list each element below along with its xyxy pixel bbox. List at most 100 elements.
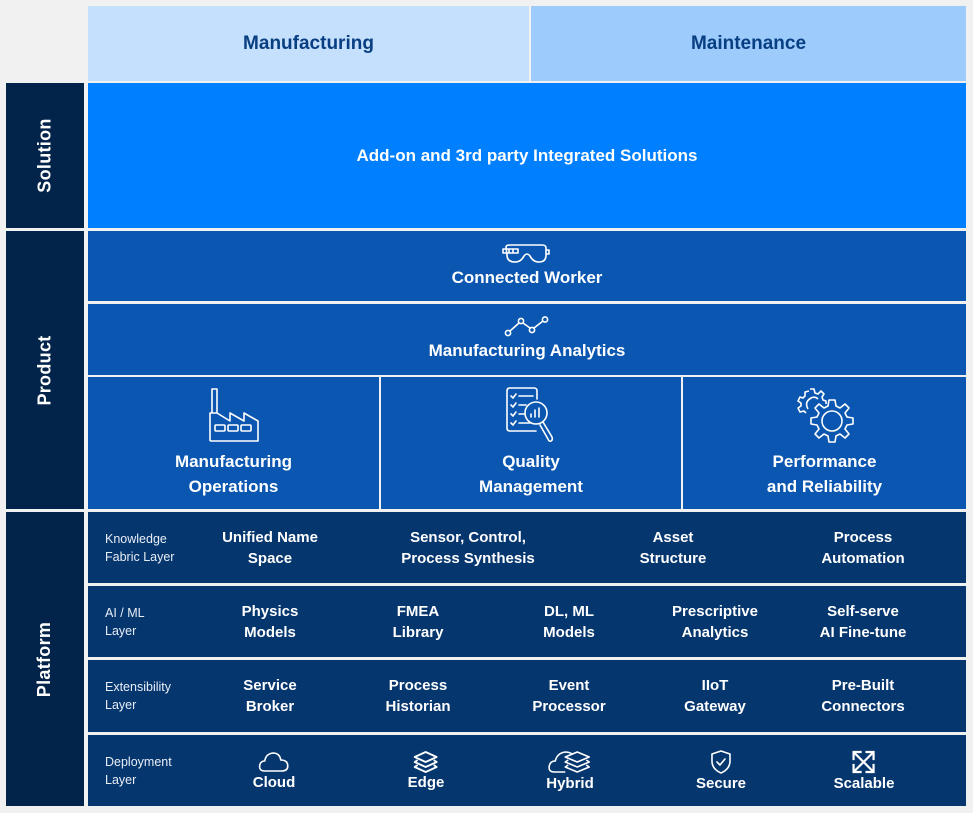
layer-item: Service Broker bbox=[243, 675, 296, 717]
layer-item: Sensor, Control, Process Synthesis bbox=[401, 527, 534, 569]
cloud-icon bbox=[258, 751, 290, 774]
layer-label-line2: Layer bbox=[105, 772, 137, 787]
deployment-secure: Secure bbox=[695, 749, 747, 792]
layer-item: Unified Name Space bbox=[222, 527, 318, 569]
deployment-edge: Edge bbox=[407, 750, 445, 791]
quality-checklist-icon bbox=[504, 387, 558, 443]
layer-item-line: Process bbox=[833, 528, 893, 546]
layer-item-line: Models bbox=[543, 623, 595, 641]
layer-item: DL, ML Models bbox=[543, 601, 595, 643]
header-maintenance-label: Maintenance bbox=[690, 32, 807, 54]
layer-item: Asset Structure bbox=[640, 527, 707, 569]
layer-item-line: Sensor, Control, bbox=[410, 528, 526, 546]
deployment-hybrid: Hybrid bbox=[546, 750, 594, 792]
gears-icon bbox=[796, 387, 854, 443]
layer-ai-ml: AI / ML Layer Physics Models FMEA Library … bbox=[88, 586, 966, 657]
deployment-label: Cloud bbox=[252, 773, 296, 791]
solution-block: Add-on and 3rd party Integrated Solution… bbox=[88, 83, 966, 228]
platform-label-text: Platform bbox=[34, 621, 55, 697]
solution-label-text: Solution bbox=[34, 118, 55, 193]
layer-item: Physics Models bbox=[242, 601, 299, 643]
layer-item-line: IIoT bbox=[701, 677, 729, 694]
layer-deployment: Deployment Layer Cloud Edge Hybrid Secur… bbox=[88, 735, 966, 806]
layer-item-line: Service bbox=[243, 677, 297, 694]
deployment-label: Edge bbox=[407, 773, 445, 791]
module-label-line2: and Reliability bbox=[766, 477, 883, 496]
layer-item-line: Process bbox=[388, 677, 448, 694]
layer-item: IIoT Gateway bbox=[684, 675, 746, 717]
module-label-line1: Manufacturing bbox=[174, 452, 293, 471]
layer-label: Extensibility Layer bbox=[105, 678, 171, 714]
layer-item: Process Automation bbox=[821, 527, 904, 569]
module-performance-reliability: Performance and Reliability bbox=[683, 377, 966, 509]
layer-item-line: Pre-Built bbox=[831, 677, 895, 694]
layer-item-line: Physics bbox=[241, 602, 299, 620]
goggles-icon bbox=[501, 243, 553, 265]
layer-item-line: Connectors bbox=[821, 698, 905, 715]
layer-item-line: Library bbox=[392, 623, 444, 641]
layer-item: FMEA Library bbox=[393, 601, 444, 643]
layer-label-line2: Layer bbox=[105, 698, 137, 712]
connected-worker-block: Connected Worker bbox=[88, 231, 966, 301]
layer-item: Event Processor bbox=[532, 675, 605, 717]
layer-item-line: Automation bbox=[821, 549, 905, 567]
expand-arrows-icon bbox=[852, 750, 876, 775]
deployment-label: Hybrid bbox=[546, 774, 594, 792]
header-manufacturing-label: Manufacturing bbox=[243, 32, 374, 54]
solution-content: Add-on and 3rd party Integrated Solution… bbox=[356, 145, 698, 165]
hybrid-cloud-icon bbox=[547, 750, 593, 775]
deployment-label: Scalable bbox=[833, 774, 895, 792]
layer-item-line: Space bbox=[247, 549, 293, 567]
deployment-cloud: Cloud bbox=[252, 751, 296, 791]
layer-item-line: Models bbox=[244, 623, 296, 641]
module-label-line1: Quality bbox=[502, 452, 560, 471]
layer-label-line1: Knowledge bbox=[105, 531, 167, 546]
layer-label-line1: AI / ML bbox=[105, 605, 145, 620]
connected-worker-label: Connected Worker bbox=[451, 267, 603, 287]
layer-item-line: Unified Name bbox=[222, 528, 318, 546]
shield-check-icon bbox=[710, 749, 732, 775]
layer-item-line: Prescriptive bbox=[672, 602, 758, 620]
header-maintenance: Maintenance bbox=[531, 6, 966, 81]
layer-item-line: Broker bbox=[245, 698, 295, 715]
layer-item-line: Self-serve bbox=[827, 602, 899, 620]
solution-side-label: Solution bbox=[6, 83, 84, 228]
layer-label-line2: Fabric Layer bbox=[105, 549, 175, 564]
product-side-label: Product bbox=[6, 231, 84, 509]
layer-label-line1: Extensibility bbox=[105, 680, 171, 694]
layer-item-line: DL, ML bbox=[544, 602, 594, 620]
layer-item-line: Event bbox=[548, 677, 590, 694]
layer-item-line: Asset bbox=[652, 528, 694, 546]
layer-item-line: Historian bbox=[385, 698, 451, 715]
layer-knowledge-fabric: Knowledge Fabric Layer Unified Name Space… bbox=[88, 512, 966, 583]
layer-item-line: Structure bbox=[639, 549, 707, 567]
product-label-text: Product bbox=[34, 334, 55, 406]
module-label-line1: Performance bbox=[772, 452, 877, 471]
layer-item-line: Processor bbox=[532, 698, 606, 715]
module-manufacturing-operations: Manufacturing Operations bbox=[88, 377, 379, 509]
layer-item-line: Process Synthesis bbox=[401, 549, 535, 567]
layer-item-line: Gateway bbox=[684, 698, 746, 715]
line-chart-icon bbox=[504, 316, 550, 338]
header-manufacturing: Manufacturing bbox=[88, 6, 529, 81]
layers-icon bbox=[413, 750, 439, 774]
layer-item-line: FMEA bbox=[396, 602, 440, 620]
layer-item: Process Historian bbox=[385, 675, 450, 717]
factory-icon bbox=[207, 387, 261, 443]
layer-item-line: AI Fine-tune bbox=[819, 623, 907, 641]
layer-label: Knowledge Fabric Layer bbox=[105, 530, 174, 566]
module-label-line2: Management bbox=[479, 477, 583, 496]
layer-item: Self-serve AI Fine-tune bbox=[820, 601, 907, 643]
layer-item-line: Analytics bbox=[681, 623, 749, 641]
layer-label: AI / ML Layer bbox=[105, 604, 145, 640]
module-label-line2: Operations bbox=[188, 477, 279, 496]
module-quality-management: Quality Management bbox=[381, 377, 681, 509]
layer-label-line1: Deployment bbox=[105, 754, 172, 769]
deployment-label: Secure bbox=[695, 774, 747, 792]
manufacturing-analytics-label: Manufacturing Analytics bbox=[428, 341, 626, 360]
platform-side-label: Platform bbox=[6, 512, 84, 806]
deployment-scalable: Scalable bbox=[833, 750, 895, 792]
manufacturing-analytics-block: Manufacturing Analytics bbox=[88, 304, 966, 375]
layer-extensibility: Extensibility Layer Service Broker Proces… bbox=[88, 660, 966, 732]
layer-item: Pre-Built Connectors bbox=[821, 675, 904, 717]
